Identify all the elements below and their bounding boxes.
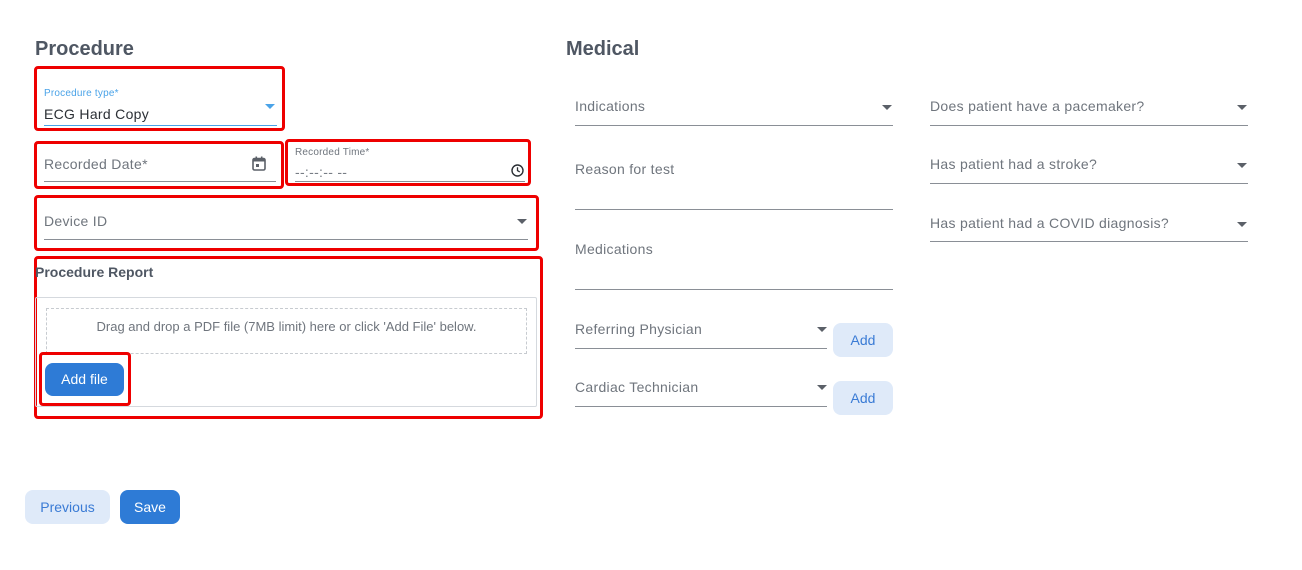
add-cardiac-technician-button[interactable]: Add bbox=[833, 381, 893, 415]
chevron-down-icon bbox=[817, 385, 827, 390]
cardiac-technician-underline bbox=[575, 406, 827, 407]
reason-for-test-placeholder: Reason for test bbox=[575, 161, 675, 177]
recorded-date-placeholder: Recorded Date* bbox=[44, 156, 148, 172]
pdf-dropzone[interactable]: Drag and drop a PDF file (7MB limit) her… bbox=[46, 308, 527, 354]
chevron-down-icon bbox=[817, 327, 827, 332]
device-id-select[interactable]: Device ID bbox=[44, 204, 528, 240]
referring-physician-select[interactable]: Referring Physician bbox=[575, 313, 827, 349]
stroke-placeholder: Has patient had a stroke? bbox=[930, 156, 1098, 172]
chevron-down-icon bbox=[882, 105, 892, 110]
indications-underline bbox=[575, 125, 893, 126]
indications-select[interactable]: Indications bbox=[575, 90, 893, 126]
covid-underline bbox=[930, 241, 1248, 242]
recorded-time-underline bbox=[295, 181, 525, 182]
medical-heading: Medical bbox=[566, 38, 640, 60]
procedure-type-value: ECG Hard Copy bbox=[44, 106, 150, 122]
medications-underline bbox=[575, 289, 893, 290]
procedure-report-title: Procedure Report bbox=[35, 264, 154, 280]
procedure-type-label: Procedure type* bbox=[44, 88, 119, 99]
chevron-down-icon bbox=[517, 219, 527, 224]
chevron-down-icon bbox=[1237, 222, 1247, 227]
referring-physician-underline bbox=[575, 348, 827, 349]
add-referring-physician-button[interactable]: Add bbox=[833, 323, 893, 357]
procedure-type-underline bbox=[44, 125, 277, 126]
pacemaker-placeholder: Does patient have a pacemaker? bbox=[930, 98, 1145, 114]
indications-placeholder: Indications bbox=[575, 98, 646, 114]
calendar-icon[interactable] bbox=[252, 156, 266, 171]
pacemaker-underline bbox=[930, 125, 1248, 126]
device-id-placeholder: Device ID bbox=[44, 213, 108, 229]
covid-select[interactable]: Has patient had a COVID diagnosis? bbox=[930, 206, 1248, 242]
cardiac-technician-placeholder: Cardiac Technician bbox=[575, 379, 699, 395]
recorded-time-input[interactable]: Recorded Time* --:--:-- -- bbox=[295, 145, 525, 182]
device-id-underline bbox=[44, 239, 528, 240]
cardiac-technician-select[interactable]: Cardiac Technician bbox=[575, 371, 827, 407]
stroke-select[interactable]: Has patient had a stroke? bbox=[930, 148, 1248, 184]
referring-physician-placeholder: Referring Physician bbox=[575, 321, 703, 337]
chevron-down-icon bbox=[1237, 163, 1247, 168]
recorded-date-input[interactable]: Recorded Date* bbox=[44, 148, 276, 182]
reason-for-test-input[interactable]: Reason for test bbox=[575, 155, 893, 210]
procedure-heading: Procedure bbox=[35, 38, 134, 60]
clock-icon[interactable] bbox=[511, 164, 524, 177]
recorded-date-underline bbox=[44, 181, 276, 182]
covid-placeholder: Has patient had a COVID diagnosis? bbox=[930, 215, 1169, 231]
previous-button[interactable]: Previous bbox=[25, 490, 110, 524]
recorded-time-value: --:--:-- -- bbox=[295, 164, 348, 180]
medications-placeholder: Medications bbox=[575, 241, 654, 257]
recorded-time-label: Recorded Time* bbox=[295, 147, 370, 158]
save-button[interactable]: Save bbox=[120, 490, 180, 524]
pacemaker-select[interactable]: Does patient have a pacemaker? bbox=[930, 90, 1248, 126]
reason-for-test-underline bbox=[575, 209, 893, 210]
procedure-type-select[interactable]: Procedure type* ECG Hard Copy bbox=[44, 86, 277, 126]
chevron-down-icon bbox=[265, 104, 275, 109]
add-file-button[interactable]: Add file bbox=[45, 363, 124, 396]
chevron-down-icon bbox=[1237, 105, 1247, 110]
stroke-underline bbox=[930, 183, 1248, 184]
medications-input[interactable]: Medications bbox=[575, 235, 893, 290]
